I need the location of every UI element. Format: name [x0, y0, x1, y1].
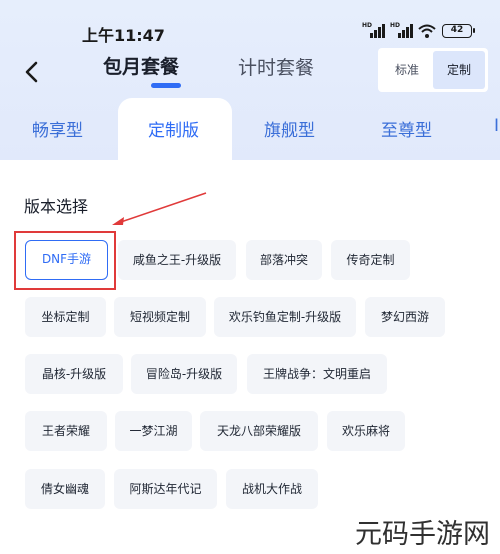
watermark-logo: 元码手游网: [355, 519, 490, 550]
version-chip[interactable]: 咸鱼之王-升级版: [118, 240, 236, 280]
version-chip[interactable]: 欢乐钓鱼定制-升级版: [214, 297, 356, 337]
status-bar: 上午11:47 HD HD 42: [0, 0, 500, 45]
version-chip[interactable]: 阿斯达年代记: [114, 469, 217, 509]
version-chip[interactable]: 一梦江湖: [115, 411, 192, 451]
version-chip[interactable]: 冒险岛-升级版: [131, 354, 237, 394]
mode-toggle: 标准 定制: [378, 48, 488, 92]
tier-tab-partial[interactable]: I: [494, 116, 499, 136]
version-chip[interactable]: 倩女幽魂: [25, 469, 105, 509]
section-title: 版本选择: [24, 197, 89, 216]
version-chip[interactable]: 部落冲突: [246, 240, 322, 280]
tier-tab-flagship[interactable]: 旗舰型: [264, 116, 315, 141]
tab-monthly-plan[interactable]: 包月套餐: [103, 52, 179, 79]
version-chip[interactable]: 王者荣耀: [25, 411, 107, 451]
back-arrow-icon[interactable]: [20, 58, 44, 86]
version-chip[interactable]: 短视频定制: [114, 297, 206, 337]
annotation-highlight-box: [14, 231, 116, 290]
signal-icon: HD: [362, 22, 385, 38]
tier-tab-enjoy[interactable]: 畅享型: [32, 116, 83, 141]
tier-tab-supreme[interactable]: 至尊型: [381, 116, 432, 141]
version-chip[interactable]: 战机大作战: [226, 469, 318, 509]
version-chip[interactable]: 晶核-升级版: [25, 354, 123, 394]
mode-custom-button[interactable]: 定制: [433, 51, 485, 89]
version-chip[interactable]: 欢乐麻将: [327, 411, 405, 451]
active-tab-indicator: [151, 83, 181, 88]
status-icons: HD HD 42: [362, 22, 475, 38]
version-chip[interactable]: 梦幻西游: [365, 297, 445, 337]
mode-standard-button[interactable]: 标准: [381, 51, 433, 89]
version-chip[interactable]: 王牌战争：文明重启: [247, 354, 387, 394]
tier-tab-label: 定制版: [148, 121, 199, 141]
version-chip[interactable]: 天龙八部荣耀版: [200, 411, 318, 451]
version-chip[interactable]: 传奇定制: [331, 240, 410, 280]
battery-icon: 42: [442, 24, 475, 38]
tier-tab-custom[interactable]: 定制版: [118, 98, 232, 160]
wifi-icon: [418, 24, 436, 38]
annotation-arrow-icon: [112, 192, 207, 225]
status-time: 上午11:47: [82, 26, 165, 45]
signal-icon: HD: [390, 22, 413, 38]
version-chip[interactable]: 坐标定制: [25, 297, 106, 337]
tab-hourly-plan[interactable]: 计时套餐: [238, 53, 314, 80]
